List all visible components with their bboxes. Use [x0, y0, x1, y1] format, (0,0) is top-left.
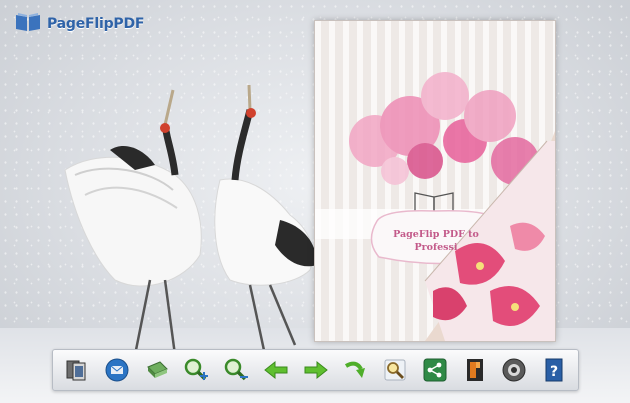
print-icon [146, 361, 168, 378]
book-logo-icon [14, 11, 42, 37]
help-button[interactable]: ? [540, 356, 568, 384]
reader-stage: PageFlipPDF PageFlip PDF to Professi ? [0, 0, 630, 403]
help-icon: ? [545, 358, 563, 382]
zoom-out-button[interactable] [222, 356, 250, 384]
flipbook-page[interactable]: PageFlip PDF to Professi [314, 20, 556, 342]
zoom-in-button[interactable] [182, 356, 210, 384]
svg-text:?: ? [550, 364, 558, 380]
logo-text: PageFlipPDF [47, 16, 145, 32]
next-page-button[interactable] [302, 356, 330, 384]
zoom-out-icon [224, 358, 248, 381]
sound-icon [502, 358, 526, 382]
email-icon [105, 358, 129, 382]
share-icon [423, 358, 447, 382]
email-button[interactable] [103, 356, 131, 384]
search-icon [384, 359, 406, 381]
arrow-right-icon [304, 360, 328, 380]
print-button[interactable] [143, 356, 171, 384]
reader-toolbar: ? [52, 349, 579, 391]
zoom-in-icon [185, 358, 209, 381]
cover-artwork [349, 72, 555, 341]
cover-title: PageFlip PDF to Professi [381, 228, 491, 254]
sound-button[interactable] [500, 356, 528, 384]
cover-title-line-1: PageFlip PDF to [393, 229, 479, 240]
app-logo: PageFlipPDF [14, 12, 144, 36]
previous-page-button[interactable] [262, 356, 290, 384]
pages-button[interactable] [63, 356, 91, 384]
cover-title-line-2: Professi [414, 242, 458, 253]
fullscreen-button[interactable] [461, 356, 489, 384]
search-button[interactable] [381, 356, 409, 384]
flip-icon [345, 361, 366, 378]
pages-icon [66, 360, 86, 381]
cranes-illustration [64, 84, 317, 355]
arrow-left-icon [263, 360, 288, 380]
auto-flip-button[interactable] [341, 356, 369, 384]
social-share-button[interactable] [421, 356, 449, 384]
fullscreen-icon [466, 359, 483, 381]
